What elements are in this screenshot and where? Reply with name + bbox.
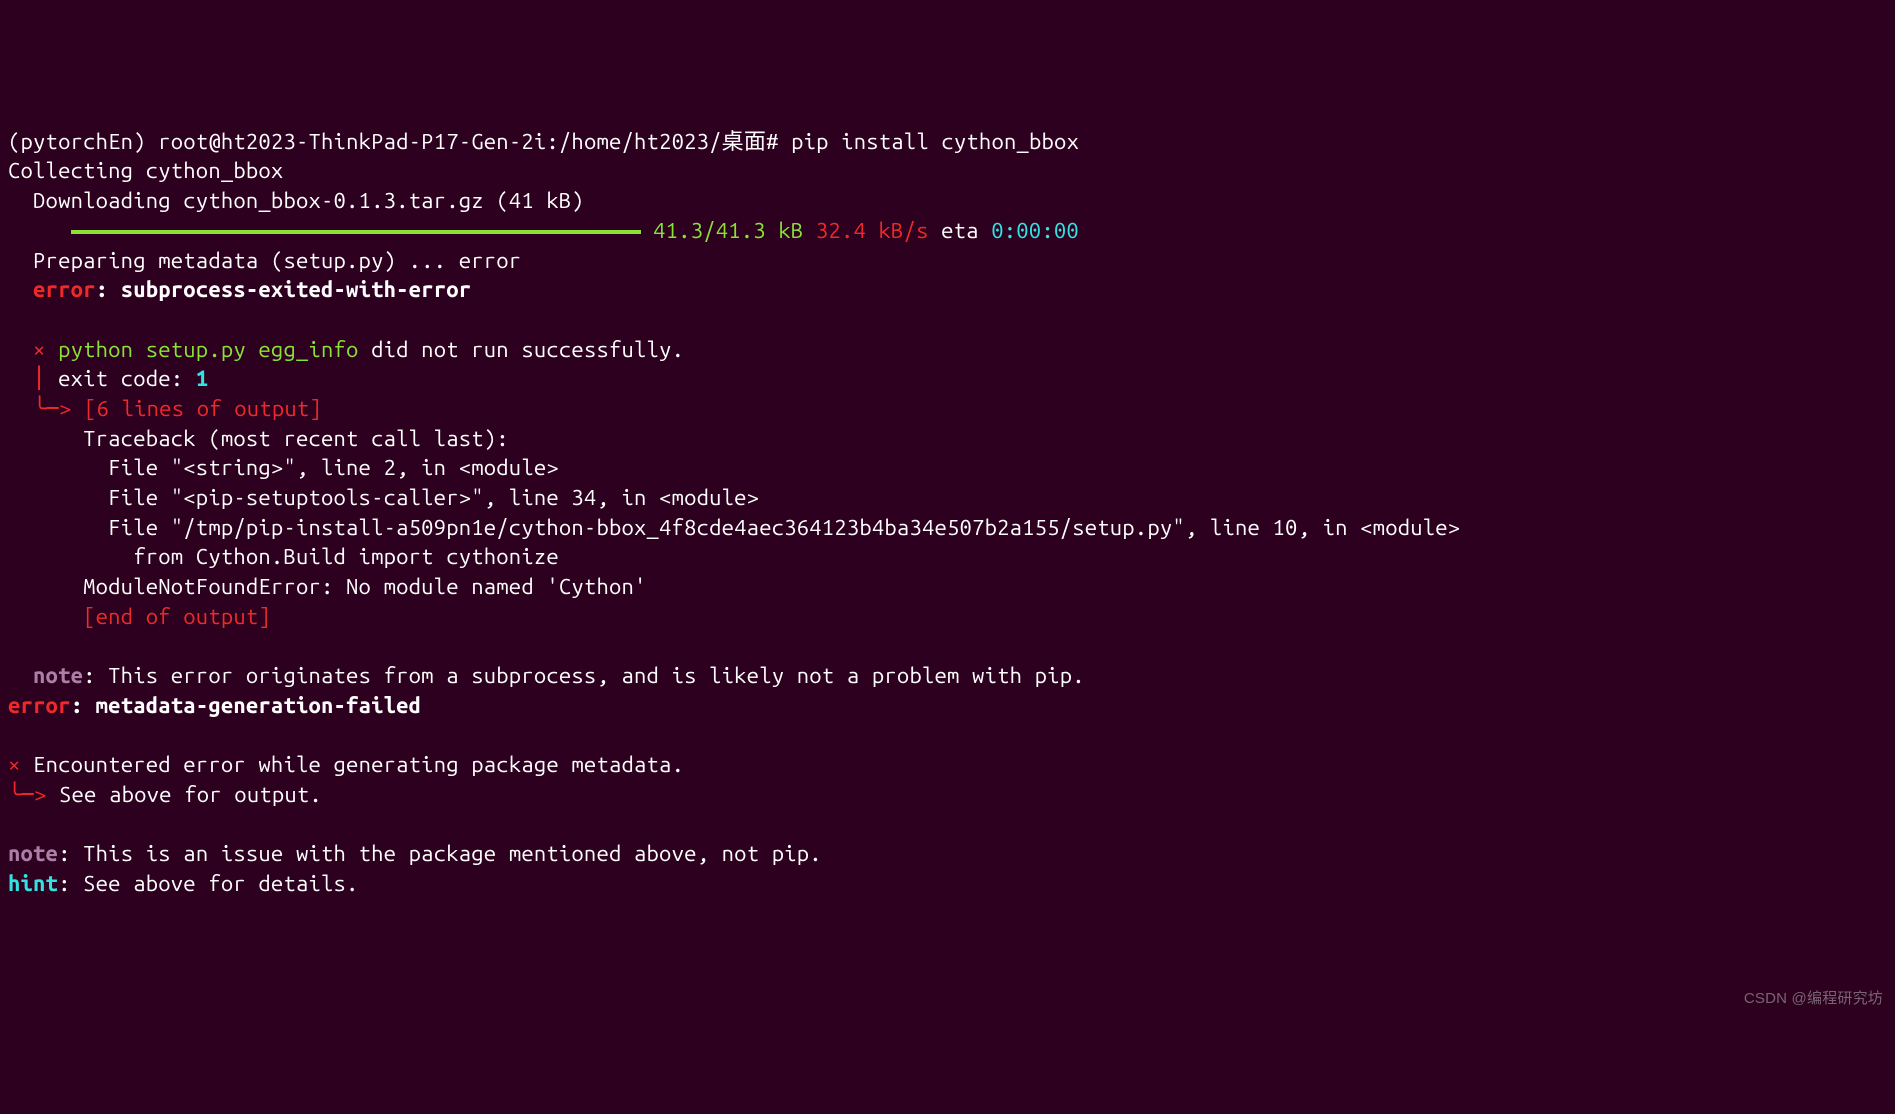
watermark: CSDN @编程研究坊: [1744, 989, 1883, 1009]
see-above-line: ╰─> See above for output.: [8, 782, 322, 807]
arrow-icon: ╰─>: [8, 782, 47, 807]
traceback-line-4: File "/tmp/pip-install-a509pn1e/cython-b…: [8, 515, 1460, 540]
terminal-output[interactable]: (pytorchEn) root@ht2023-ThinkPad-P17-Gen…: [8, 127, 1887, 899]
traceback-line-3: File "<pip-setuptools-caller>", line 34,…: [8, 485, 759, 510]
colon: :: [96, 277, 121, 302]
egginfo-cmd: python setup.py egg_info: [46, 337, 359, 362]
progress-bar: [71, 230, 641, 234]
error-label: error: [8, 693, 71, 718]
exitcode-value: 1: [196, 366, 209, 391]
error-msg: metadata-generation-failed: [96, 693, 422, 718]
pipe-icon: │: [8, 366, 58, 391]
see-above-text: See above for output.: [47, 782, 322, 807]
preparing-line: Preparing metadata (setup.py) ... error: [8, 248, 521, 273]
downloading-line: Downloading cython_bbox-0.1.3.tar.gz (41…: [8, 188, 584, 213]
error-line-1: error: subprocess-exited-with-error: [8, 277, 471, 302]
egginfo-line: × python setup.py egg_info did not run s…: [8, 337, 684, 362]
note-label: note: [8, 841, 58, 866]
colon: :: [71, 693, 96, 718]
prompt-line: (pytorchEn) root@ht2023-ThinkPad-P17-Gen…: [8, 129, 1079, 154]
user-host: root@ht2023-ThinkPad-P17-Gen-2i: [158, 129, 546, 154]
blank-line: [8, 633, 33, 658]
traceback-line-6: ModuleNotFoundError: No module named 'Cy…: [8, 574, 647, 599]
hint-line: hint: See above for details.: [8, 871, 359, 896]
end-of-output: [end of output]: [8, 604, 271, 629]
cross-icon: ×: [8, 337, 46, 362]
encountered-text: Encountered error while generating packa…: [21, 752, 685, 777]
lines-header: ╰─> [6 lines of output]: [8, 396, 322, 421]
traceback-line-5: from Cython.Build import cythonize: [8, 544, 559, 569]
command-text: pip install cython_bbox: [791, 129, 1079, 154]
encountered-line: × Encountered error while generating pac…: [8, 752, 684, 777]
note-line-2: note: This is an issue with the package …: [8, 841, 822, 866]
hint-label: hint: [8, 871, 58, 896]
env-name: (pytorchEn): [8, 129, 146, 154]
egginfo-rest: did not run successfully.: [359, 337, 685, 362]
blank-line: [8, 307, 33, 332]
error-line-2: error: metadata-generation-failed: [8, 693, 421, 718]
exitcode-label: exit code:: [58, 366, 196, 391]
lines-header-text: [6 lines of output]: [72, 396, 322, 421]
progress-line: 41.3/41.3 kB 32.4 kB/s eta 0:00:00: [8, 218, 1079, 243]
collecting-line: Collecting cython_bbox: [8, 158, 283, 183]
cross-icon: ×: [8, 752, 21, 777]
note-text: : This error originates from a subproces…: [83, 663, 1085, 688]
progress-size: 41.3/41.3 kB: [653, 218, 803, 243]
traceback-line-1: Traceback (most recent call last):: [8, 426, 509, 451]
exitcode-line: │ exit code: 1: [8, 366, 208, 391]
hint-text: : See above for details.: [58, 871, 358, 896]
note-text: : This is an issue with the package ment…: [58, 841, 822, 866]
eta-label: eta: [941, 218, 979, 243]
progress-speed: 32.4 kB/s: [816, 218, 929, 243]
error-msg: subprocess-exited-with-error: [121, 277, 472, 302]
eta-value: 0:00:00: [991, 218, 1079, 243]
traceback-line-2: File "<string>", line 2, in <module>: [8, 455, 559, 480]
note-line-1: note: This error originates from a subpr…: [8, 663, 1085, 688]
cwd-path: :/home/ht2023/桌面#: [546, 129, 778, 154]
note-label: note: [8, 663, 83, 688]
arrow-icon: ╰─>: [8, 396, 72, 421]
error-label: error: [8, 277, 96, 302]
